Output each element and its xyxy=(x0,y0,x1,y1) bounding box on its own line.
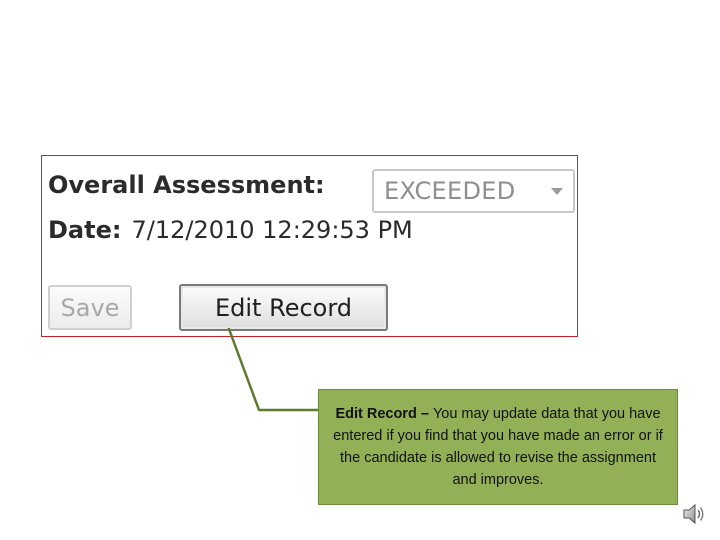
callout-title: Edit Record xyxy=(335,406,417,422)
callout-separator: – xyxy=(416,406,433,422)
speaker-icon[interactable] xyxy=(682,502,708,526)
callout-box: Edit Record – You may update data that y… xyxy=(318,389,678,505)
slide: Overall Assessment: EXCEEDED Date: 7/12/… xyxy=(0,0,720,540)
callout-text: Edit Record – You may update data that y… xyxy=(327,403,669,491)
